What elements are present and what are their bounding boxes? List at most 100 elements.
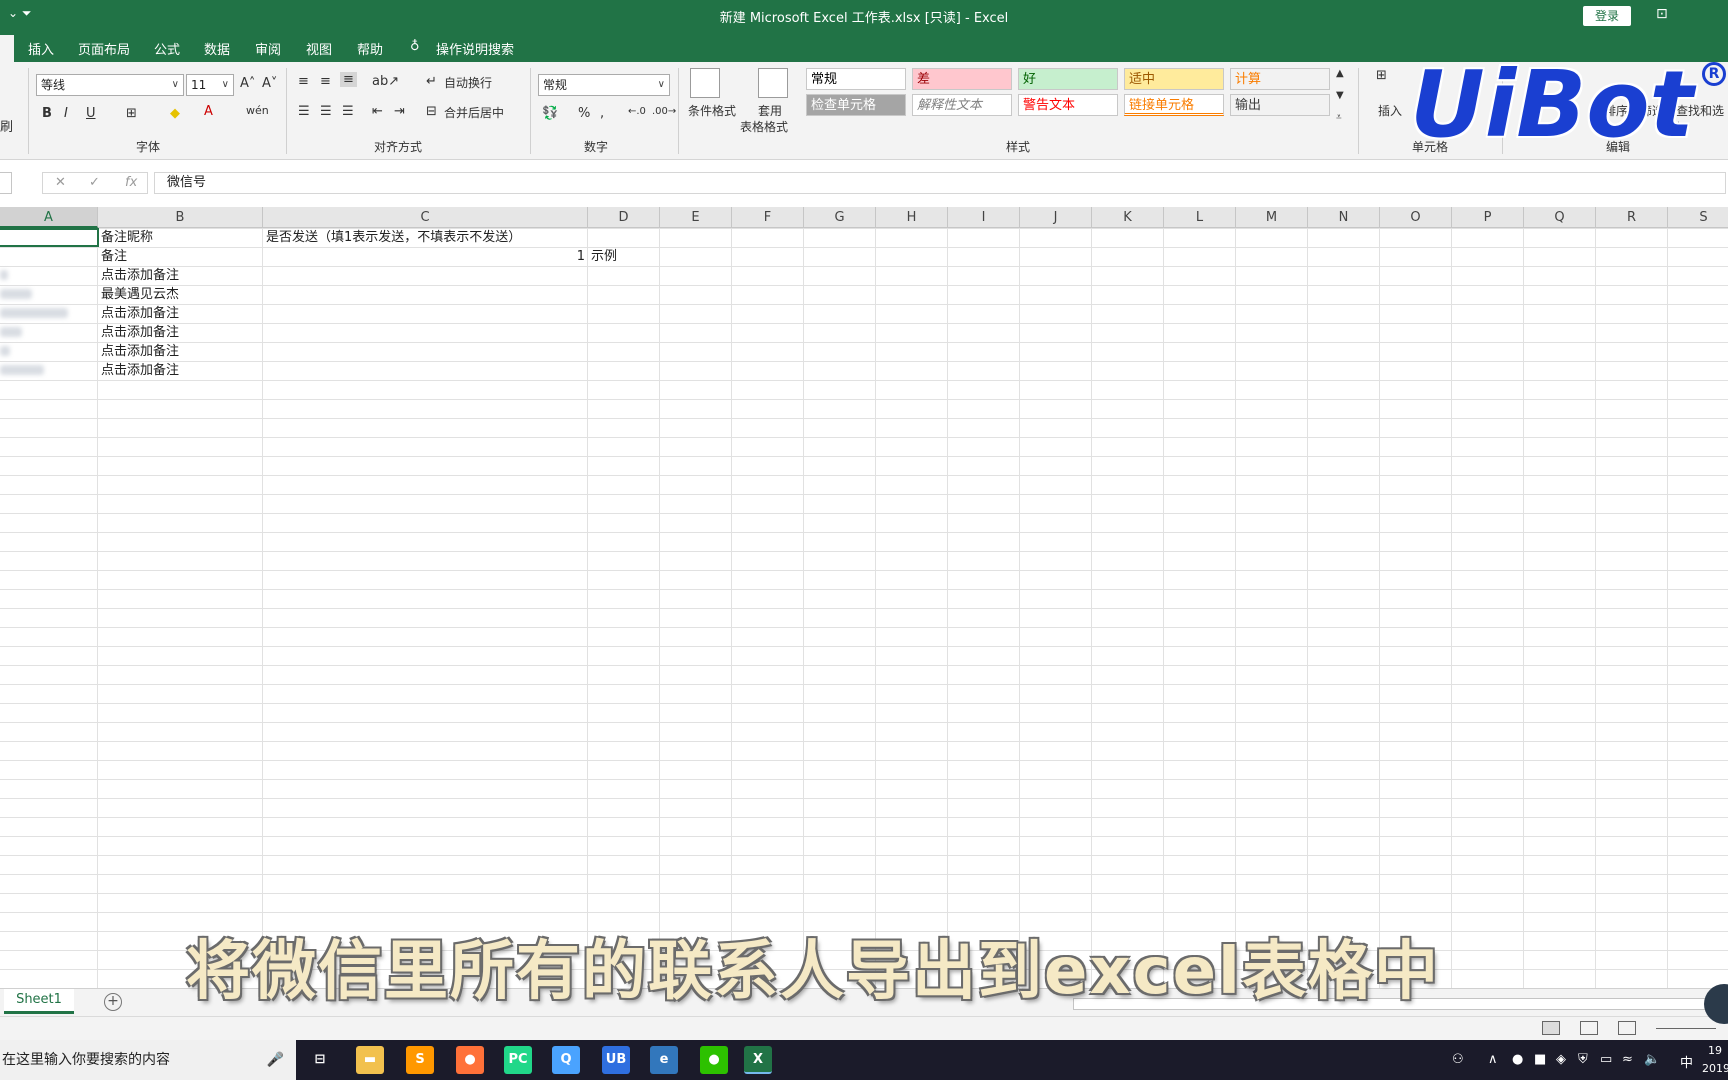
zoom-slider[interactable] xyxy=(1656,1028,1716,1029)
column-header-r[interactable]: R xyxy=(1596,207,1668,228)
align-center-icon[interactable]: ☰ xyxy=(320,104,332,119)
ime-indicator[interactable]: 中 xyxy=(1680,1052,1693,1071)
taskbar-excel-icon[interactable]: X xyxy=(744,1046,772,1074)
column-header-m[interactable]: M xyxy=(1236,207,1308,228)
insert-function-icon[interactable]: fx xyxy=(125,175,137,190)
percent-icon[interactable]: % xyxy=(578,106,590,121)
cell-style-8[interactable]: 链接单元格 xyxy=(1124,94,1224,116)
increase-decimal-icon[interactable]: ←.0 xyxy=(628,106,646,117)
volume-icon[interactable]: 🔈 xyxy=(1644,1052,1660,1067)
taskbar-search-box[interactable]: 在这里输入你要搜索的内容 🎤 xyxy=(0,1040,296,1080)
gallery-up-icon[interactable]: ▲ xyxy=(1336,68,1344,79)
normal-view-icon[interactable] xyxy=(1542,1021,1560,1035)
taskbar-qq-browser-icon[interactable]: Q xyxy=(552,1046,580,1074)
tab-help[interactable]: 帮助 xyxy=(357,39,383,58)
column-header-q[interactable]: Q xyxy=(1524,207,1596,228)
login-button[interactable]: 登录 xyxy=(1583,6,1631,26)
add-sheet-icon[interactable]: + xyxy=(104,993,122,1011)
cell-style-5[interactable]: 检查单元格 xyxy=(806,94,906,116)
network-icon[interactable]: ≈ xyxy=(1622,1052,1633,1067)
column-header-g[interactable]: G xyxy=(804,207,876,228)
cell-style-3[interactable]: 适中 xyxy=(1124,68,1224,90)
column-header-k[interactable]: K xyxy=(1092,207,1164,228)
enter-icon[interactable]: ✓ xyxy=(89,175,100,190)
column-header-j[interactable]: J xyxy=(1020,207,1092,228)
cell-style-4[interactable]: 计算 xyxy=(1230,68,1330,90)
column-header-f[interactable]: F xyxy=(732,207,804,228)
column-header-n[interactable]: N xyxy=(1308,207,1380,228)
tab-data[interactable]: 数据 xyxy=(204,39,230,58)
conditional-format-icon[interactable] xyxy=(690,68,720,98)
cell-D2[interactable]: 示例 xyxy=(588,247,617,266)
page-break-view-icon[interactable] xyxy=(1618,1021,1636,1035)
font-color-icon[interactable]: A xyxy=(204,104,213,119)
number-format-combo[interactable]: 常规 ∨ xyxy=(538,74,670,96)
cell-B2[interactable]: 备注 xyxy=(98,247,127,266)
increase-indent-icon[interactable]: ⇥ xyxy=(394,104,405,119)
cell-B5[interactable]: 点击添加备注 xyxy=(98,304,179,323)
align-bottom-icon[interactable]: ≡ xyxy=(340,72,357,87)
merge-center-button[interactable]: 合并后居中 xyxy=(444,104,504,121)
cell-B7[interactable]: 点击添加备注 xyxy=(98,342,179,361)
wrap-text-icon[interactable]: ↵ xyxy=(426,74,437,89)
page-layout-view-icon[interactable] xyxy=(1580,1021,1598,1035)
gallery-down-icon[interactable]: ▼ xyxy=(1336,90,1344,101)
underline-button[interactable]: U xyxy=(86,106,96,121)
currency-icon[interactable]: 💱 xyxy=(542,106,558,121)
tray-wechat-icon[interactable]: ● xyxy=(1512,1052,1523,1067)
cell-style-9[interactable]: 输出 xyxy=(1230,94,1330,116)
battery-icon[interactable]: ▭ xyxy=(1600,1052,1612,1067)
cell-B6[interactable]: 点击添加备注 xyxy=(98,323,179,342)
cell-B8[interactable]: 点击添加备注 xyxy=(98,361,179,380)
ribbon-display-options-icon[interactable]: ⊡ xyxy=(1656,6,1668,22)
column-header-c[interactable]: C xyxy=(263,207,588,228)
cancel-icon[interactable]: ✕ xyxy=(55,175,66,190)
column-header-b[interactable]: B xyxy=(98,207,263,228)
tab-view[interactable]: 视图 xyxy=(306,39,332,58)
bold-button[interactable]: B xyxy=(42,106,52,121)
decrease-decimal-icon[interactable]: .00→ xyxy=(652,106,676,117)
tray-shield-icon[interactable]: ⛨ xyxy=(1578,1052,1588,1067)
format-table-line1[interactable]: 套用 xyxy=(758,102,782,119)
sheet-tab-sheet1[interactable]: Sheet1 xyxy=(4,989,74,1014)
column-header-p[interactable]: P xyxy=(1452,207,1524,228)
format-painter-button[interactable]: 刷 xyxy=(0,116,13,135)
taskbar-file-explorer-icon[interactable]: ▬ xyxy=(356,1046,384,1074)
border-icon[interactable]: ⊞ xyxy=(126,106,137,121)
cell-style-2[interactable]: 好 xyxy=(1018,68,1118,90)
tell-me-search[interactable]: 操作说明搜索 xyxy=(436,39,514,58)
tab-formulas[interactable]: 公式 xyxy=(154,39,180,58)
tab-page-layout[interactable]: 页面布局 xyxy=(78,39,130,58)
comma-icon[interactable]: , xyxy=(600,106,604,121)
microphone-icon[interactable]: 🎤 xyxy=(267,1040,284,1080)
task-view-icon[interactable]: ⊟ xyxy=(306,1046,334,1074)
align-middle-icon[interactable]: ≡ xyxy=(320,74,331,89)
taskbar-uibot-icon[interactable]: UB xyxy=(602,1046,630,1074)
fill-color-icon[interactable]: ◆ xyxy=(170,106,180,121)
cell-style-1[interactable]: 差 xyxy=(912,68,1012,90)
merge-center-icon[interactable]: ⊟ xyxy=(426,104,437,119)
taskbar-wechat-icon[interactable]: ● xyxy=(700,1046,728,1074)
column-header-o[interactable]: O xyxy=(1380,207,1452,228)
tray-app-icon[interactable]: ■ xyxy=(1534,1052,1546,1067)
tray-antivirus-icon[interactable]: ◈ xyxy=(1556,1052,1566,1067)
cell-B3[interactable]: 点击添加备注 xyxy=(98,266,179,285)
formula-input[interactable]: 微信号 xyxy=(154,172,1726,194)
column-header-h[interactable]: H xyxy=(876,207,948,228)
align-left-icon[interactable]: ☰ xyxy=(298,104,310,119)
wrap-text-button[interactable]: 自动换行 xyxy=(444,74,492,91)
insert-cells-button[interactable]: 插入 xyxy=(1378,102,1402,119)
grow-font-icon[interactable]: A˄ xyxy=(240,76,255,91)
worksheet-grid[interactable]: 备注昵称 是否发送（填1表示发送，不填表示不发送） 备注 1 示例 点击添加备注… xyxy=(0,228,1728,988)
taskbar-edge-icon[interactable]: e xyxy=(650,1046,678,1074)
tray-expand-icon[interactable]: ∧ xyxy=(1488,1052,1498,1067)
taskbar-sublime-icon[interactable]: S xyxy=(406,1046,434,1074)
cell-C2[interactable]: 1 xyxy=(263,247,588,266)
align-right-icon[interactable]: ☰ xyxy=(342,104,354,119)
tab-home-partial[interactable] xyxy=(0,35,14,62)
format-table-icon[interactable] xyxy=(758,68,788,98)
column-header-a[interactable]: A xyxy=(0,207,98,228)
column-header-s[interactable]: S xyxy=(1668,207,1728,228)
column-header-d[interactable]: D xyxy=(588,207,660,228)
cell-style-6[interactable]: 解释性文本 xyxy=(912,94,1012,116)
